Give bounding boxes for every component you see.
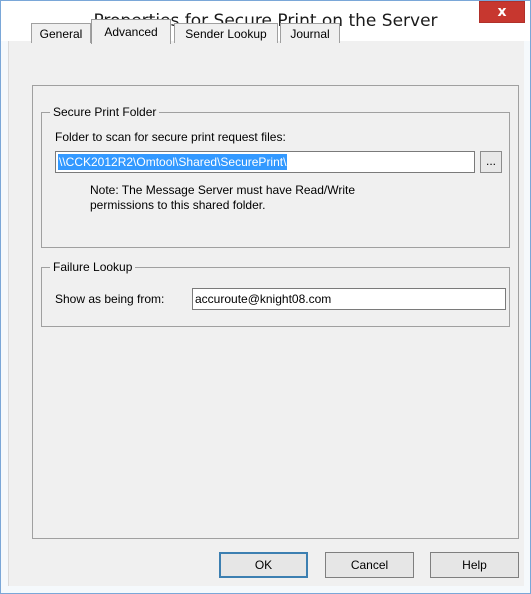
- tab-journal-label: Journal: [290, 27, 330, 41]
- secure-print-folder-group: Secure Print Folder Folder to scan for s…: [41, 105, 510, 248]
- close-button[interactable]: x: [479, 1, 525, 23]
- show-as-from-label: Show as being from:: [55, 292, 165, 306]
- cancel-button-label: Cancel: [350, 558, 389, 572]
- tab-advanced-label: Advanced: [104, 25, 158, 39]
- tab-sender-lookup-label: Sender Lookup: [185, 27, 267, 41]
- help-button[interactable]: Help: [430, 552, 519, 578]
- properties-dialog: Properties for Secure Print on the Serve…: [0, 0, 531, 594]
- folder-note-line1: Note: The Message Server must have Read/…: [90, 183, 356, 197]
- ok-button[interactable]: OK: [219, 552, 308, 578]
- browse-folder-button[interactable]: ...: [480, 151, 502, 173]
- folder-path-selection: \\CCK2012R2\Omtool\Shared\SecurePrint\: [58, 154, 288, 170]
- help-button-label: Help: [462, 558, 487, 572]
- secure-print-folder-input[interactable]: \\CCK2012R2\Omtool\Shared\SecurePrint\: [55, 151, 475, 173]
- tab-general[interactable]: General: [31, 23, 91, 43]
- show-as-from-value: accuroute@knight08.com: [195, 292, 332, 306]
- tab-general-label: General: [39, 27, 83, 41]
- show-as-from-input[interactable]: accuroute@knight08.com: [192, 288, 506, 310]
- ok-button-label: OK: [254, 558, 273, 572]
- tab-advanced[interactable]: Advanced: [91, 19, 171, 44]
- failure-lookup-group-title: Failure Lookup: [50, 260, 136, 274]
- ellipsis-icon: ...: [485, 154, 496, 168]
- tab-sender-lookup[interactable]: Sender Lookup: [174, 23, 278, 43]
- folder-scan-label: Folder to scan for secure print request …: [55, 130, 286, 144]
- tab-journal[interactable]: Journal: [280, 23, 340, 43]
- cancel-button[interactable]: Cancel: [325, 552, 414, 578]
- advanced-tab-panel: Secure Print Folder Folder to scan for s…: [32, 85, 519, 539]
- folder-note-line2: permissions to this shared folder.: [90, 198, 266, 212]
- close-icon: x: [497, 4, 507, 20]
- failure-lookup-group: Failure Lookup Show as being from: accur…: [41, 260, 510, 327]
- secure-print-folder-group-title: Secure Print Folder: [50, 105, 160, 119]
